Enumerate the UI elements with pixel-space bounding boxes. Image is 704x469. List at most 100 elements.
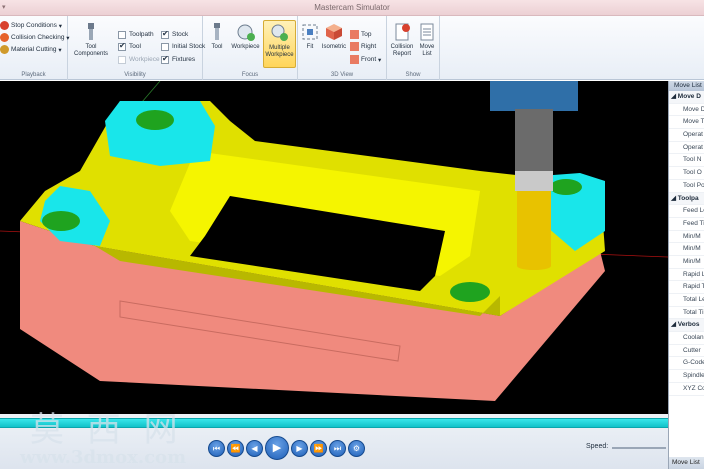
focus-multiple-workpiece-label: Multiple Workpiece: [265, 45, 294, 58]
watermark-url: www.3dmox.com: [20, 447, 187, 468]
move-list-item[interactable]: Spindle: [669, 370, 704, 383]
bore-right: [550, 179, 582, 195]
simulation-viewport[interactable]: [0, 81, 668, 414]
visibility-group: Tool Components Toolpath Tool Workpiece …: [68, 16, 205, 80]
top-view-icon: [350, 30, 359, 39]
move-list-item[interactable]: Tool N: [669, 154, 704, 168]
move-list-item[interactable]: Feed Le: [669, 205, 704, 218]
fit-icon: [300, 22, 320, 42]
material-cutting-button[interactable]: Material Cutting ▾: [0, 44, 62, 55]
options-button[interactable]: ⚙: [348, 439, 365, 457]
bore-left: [42, 211, 80, 231]
next-operation-button[interactable]: ⏩: [310, 439, 327, 457]
isometric-cube-icon: [324, 22, 344, 42]
initial-stock-check-box[interactable]: [161, 42, 169, 51]
move-list-header: Move List: [669, 81, 704, 91]
toolpath-checkbox[interactable]: Toolpath: [118, 29, 154, 40]
right-view-icon: [350, 42, 359, 51]
front-view-label: Front: [361, 56, 377, 63]
tool-components-icon: [81, 22, 101, 42]
tool-tip: [517, 262, 551, 270]
right-view-button[interactable]: Right: [350, 41, 376, 52]
focus-workpiece-label: Workpiece: [231, 44, 260, 50]
focus-group-label: Focus: [241, 72, 259, 78]
focus-multiple-workpiece-button[interactable]: Multiple Workpiece: [263, 20, 296, 68]
collision-report-button[interactable]: Collision Report: [389, 20, 415, 68]
move-list-item[interactable]: Total Ti: [669, 307, 704, 320]
initial-stock-checkbox[interactable]: Initial Stock: [161, 41, 205, 52]
step-forward-button[interactable]: ▶: [291, 439, 308, 457]
move-list-item[interactable]: Operat: [669, 142, 704, 155]
collision-report-icon: [392, 22, 412, 42]
move-list-item[interactable]: Min/M: [669, 231, 704, 244]
stock-check-box[interactable]: [161, 29, 169, 39]
bore-front: [450, 282, 490, 302]
move-list-icon: [417, 22, 437, 42]
step-back-button[interactable]: ◀: [246, 439, 263, 457]
move-list-item[interactable]: Tool O: [669, 167, 704, 180]
skip-to-start-button[interactable]: ⏮: [208, 439, 225, 457]
focus-tool-label: Tool: [211, 44, 223, 50]
move-list-item[interactable]: Total Le: [669, 294, 704, 307]
move-list-button[interactable]: Move List: [416, 20, 438, 68]
move-list-item[interactable]: XYZ Co: [669, 383, 704, 396]
show-group-label: Show: [405, 72, 421, 78]
playback-group: Stop Conditions ▾ Collision Checking ▾ M…: [0, 16, 70, 80]
focus-workpiece-button[interactable]: Workpiece: [230, 20, 261, 68]
playback-controls: ⏮ ⏪ ◀ ▶ ▶ ⏩ ⏭ ⚙: [208, 436, 365, 460]
move-list-item[interactable]: Min/M: [669, 243, 704, 256]
stock-checkbox[interactable]: Stock: [161, 29, 188, 40]
move-list-item[interactable]: G-Code: [669, 357, 704, 371]
tool-components-button[interactable]: Tool Components: [70, 20, 112, 68]
tool-checkbox[interactable]: Tool: [118, 41, 141, 52]
skip-to-end-button[interactable]: ⏭: [329, 439, 346, 457]
move-list-item[interactable]: Min/M: [669, 256, 704, 269]
fixtures-checkbox[interactable]: Fixtures: [161, 54, 195, 65]
move-list-category[interactable]: ◢ Move D: [669, 91, 704, 104]
top-view-label: Top: [361, 31, 372, 38]
right-view-label: Right: [361, 43, 377, 50]
stop-sign-icon: [0, 21, 9, 30]
move-list-item[interactable]: Cutter: [669, 345, 704, 358]
material-cutting-label: Material Cutting: [11, 46, 57, 53]
move-list-item[interactable]: Coolan: [669, 332, 704, 345]
view3d-group-label: 3D View: [330, 72, 354, 78]
move-list-item[interactable]: Operat: [669, 129, 704, 142]
tool-shank: [515, 109, 553, 171]
move-list-category[interactable]: ◢ Toolpa: [669, 192, 704, 206]
move-list-item[interactable]: Tool Po: [669, 180, 704, 193]
toolpath-check-box[interactable]: [118, 30, 126, 39]
tool-collar: [515, 171, 553, 191]
collision-checking-button[interactable]: Collision Checking ▾: [0, 32, 70, 43]
stop-conditions-button[interactable]: Stop Conditions ▾: [0, 20, 62, 31]
visibility-group-label: Visibility: [124, 72, 146, 78]
show-group: Collision Report Move List Show: [387, 16, 440, 80]
tool-check-box[interactable]: [118, 41, 126, 51]
workpiece-checkbox[interactable]: Workpiece: [118, 54, 160, 65]
move-list-category[interactable]: ◢ Verbos: [669, 319, 704, 333]
toolpath-label: Toolpath: [129, 31, 154, 38]
move-list-item[interactable]: Move T: [669, 116, 704, 130]
front-view-button[interactable]: Front ▾: [350, 54, 381, 65]
chevron-down-icon: ▾: [56, 22, 62, 30]
front-view-icon: [350, 55, 359, 64]
previous-operation-button[interactable]: ⏪: [227, 439, 244, 457]
focus-tool-button[interactable]: Tool: [206, 20, 228, 68]
move-list-rows: ◢ Move D Move D Move T Operat Operat Tool N To…: [669, 91, 704, 396]
fit-button[interactable]: Fit: [300, 20, 320, 68]
move-list-item[interactable]: Move D: [669, 104, 704, 117]
move-list-item[interactable]: Rapid L: [669, 269, 704, 282]
play-button[interactable]: ▶: [265, 436, 289, 460]
top-view-button[interactable]: Top: [350, 29, 371, 40]
isometric-button[interactable]: Isometric: [321, 20, 347, 68]
workpiece-check-box[interactable]: [118, 55, 126, 64]
focus-group: Tool Workpiece Multiple Workpiece Focus: [203, 16, 298, 80]
speed-slider[interactable]: [612, 447, 666, 449]
move-list-footer-tab[interactable]: Move List: [669, 457, 704, 469]
fixtures-check-box[interactable]: [161, 54, 169, 64]
move-list-item[interactable]: Feed Ti: [669, 218, 704, 231]
fit-label: Fit: [306, 44, 314, 50]
chevron-down-icon: ▾: [376, 56, 382, 64]
move-list-item[interactable]: Rapid T: [669, 281, 704, 294]
isometric-label: Isometric: [321, 44, 347, 50]
